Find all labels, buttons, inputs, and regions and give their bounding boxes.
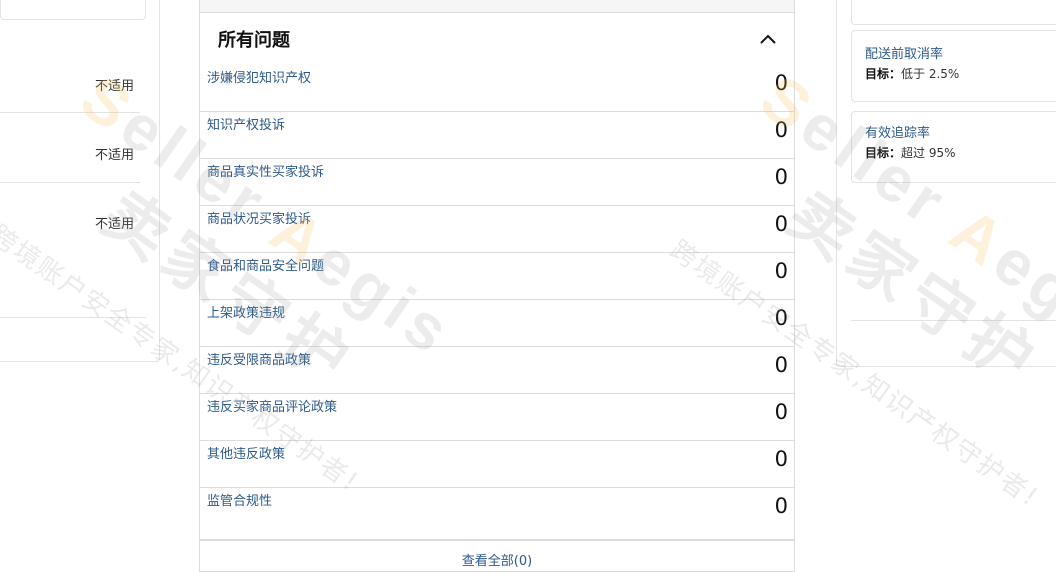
issue-row[interactable]: 知识产权投诉 0 <box>200 112 794 159</box>
issue-label[interactable]: 食品和商品安全问题 <box>207 255 324 274</box>
issue-label[interactable]: 违反受限商品政策 <box>207 349 311 368</box>
right-divider <box>851 320 1056 321</box>
issue-row[interactable]: 监管合规性 0 <box>200 488 794 535</box>
not-applicable-label: 不适用 <box>94 217 134 232</box>
issue-label[interactable]: 商品真实性买家投诉 <box>207 161 324 180</box>
left-panel <box>0 0 160 362</box>
issue-label[interactable]: 监管合规性 <box>207 490 272 509</box>
issue-label[interactable]: 上架政策违规 <box>207 302 285 321</box>
panel-top-strip <box>200 0 794 13</box>
left-top-card <box>0 0 146 20</box>
issue-count: 0 <box>774 400 788 424</box>
left-divider <box>0 317 146 318</box>
metric-card: 有效追踪率 目标：超过 95% <box>851 111 1056 183</box>
issue-count: 0 <box>774 353 788 377</box>
metric-title[interactable]: 有效追踪率 <box>865 122 930 141</box>
not-applicable-label: 不适用 <box>94 148 134 163</box>
issue-count: 0 <box>774 494 788 518</box>
metric-card: 配送前取消率 目标：低于 2.5% <box>851 30 1056 102</box>
issue-count: 0 <box>774 447 788 471</box>
metric-target-label: 目标： <box>865 67 902 81</box>
view-all-link[interactable]: 查看全部(0) <box>200 550 794 569</box>
left-divider <box>0 182 140 183</box>
issue-count: 0 <box>774 118 788 142</box>
issue-count: 0 <box>774 165 788 189</box>
issue-row[interactable]: 违反受限商品政策 0 <box>200 347 794 394</box>
metric-target-value: 超过 95% <box>901 146 956 160</box>
issue-row[interactable]: 涉嫌侵犯知识产权 0 <box>200 65 794 112</box>
chevron-up-icon[interactable] <box>759 33 777 45</box>
issue-label[interactable]: 违反买家商品评论政策 <box>207 396 337 415</box>
metric-target: 目标：超过 95% <box>865 144 956 161</box>
all-issues-panel: 所有问题 涉嫌侵犯知识产权 0 知识产权投诉 0 商品真实性买家投诉 0 商品状… <box>199 0 795 572</box>
right-top-card <box>851 0 1056 25</box>
issue-count: 0 <box>774 306 788 330</box>
issue-count: 0 <box>774 212 788 236</box>
issue-row[interactable]: 食品和商品安全问题 0 <box>200 253 794 300</box>
footer-divider <box>200 539 794 541</box>
metric-title[interactable]: 配送前取消率 <box>865 43 943 62</box>
issue-count: 0 <box>774 71 788 95</box>
issue-label[interactable]: 商品状况买家投诉 <box>207 208 311 227</box>
issue-row[interactable]: 其他违反政策 0 <box>200 441 794 488</box>
metric-target-label: 目标： <box>865 146 902 160</box>
not-applicable-label: 不适用 <box>94 79 134 94</box>
issue-label[interactable]: 涉嫌侵犯知识产权 <box>207 67 311 86</box>
metric-target-value: 低于 2.5% <box>901 67 960 81</box>
issue-label[interactable]: 其他违反政策 <box>207 443 285 462</box>
issue-row[interactable]: 上架政策违规 0 <box>200 300 794 347</box>
issue-count: 0 <box>774 259 788 283</box>
issue-row[interactable]: 商品真实性买家投诉 0 <box>200 159 794 206</box>
section-title: 所有问题 <box>218 30 290 51</box>
left-divider <box>0 112 140 113</box>
issue-label[interactable]: 知识产权投诉 <box>207 114 285 133</box>
issue-row[interactable]: 商品状况买家投诉 0 <box>200 206 794 253</box>
issue-row[interactable]: 违反买家商品评论政策 0 <box>200 394 794 441</box>
metric-target: 目标：低于 2.5% <box>865 65 959 82</box>
